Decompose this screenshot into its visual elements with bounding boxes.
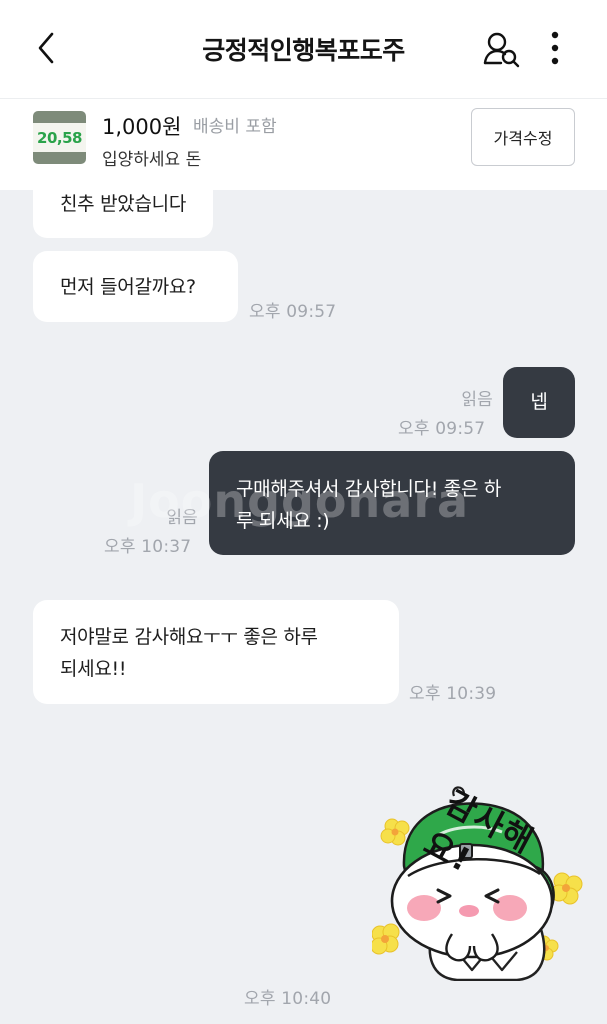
message-text: 친추 받았습니다: [60, 193, 187, 215]
message-time: 오후 09:57: [398, 419, 486, 439]
message-text-line: 되세요!!: [60, 658, 127, 680]
thank-you-sticker[interactable]: 감사해요!: [370, 756, 597, 982]
message-bubble-incoming: 먼저 들어갈까요?: [33, 251, 238, 322]
more-vertical-icon: [551, 31, 559, 65]
read-receipt: 읽음: [166, 508, 198, 528]
message-bubble-outgoing: 넵: [503, 367, 575, 438]
message-text: 먼저 들어갈까요?: [60, 276, 196, 298]
user-search-icon: [483, 32, 520, 68]
thumbnail-label-strip: 20,58: [33, 123, 86, 152]
edit-price-button[interactable]: 가격수정: [471, 108, 575, 166]
message-time: 오후 10:37: [104, 537, 192, 557]
message-time: 오후 10:40: [244, 989, 332, 1009]
product-thumbnail[interactable]: 20,58: [33, 111, 86, 164]
thumbnail-text: 20,58: [37, 128, 82, 147]
message-time: 오후 09:57: [249, 302, 337, 322]
more-options-button[interactable]: [544, 30, 566, 68]
message-text: 넵: [530, 391, 548, 413]
chat-header: 긍정적인행복포도주: [0, 0, 607, 98]
message-text-line: 저야말로 감사해요ㅜㅜ 좋은 하루: [60, 626, 318, 648]
product-price: 1,000원: [102, 115, 182, 139]
message-bubble-outgoing: 구매해주셔서 감사합니다! 좋은 하 루 되세요 :): [209, 451, 575, 555]
product-name: 입양하세요 돈: [102, 150, 202, 170]
message-time: 오후 10:39: [409, 684, 497, 704]
user-search-button[interactable]: [482, 30, 524, 70]
message-bubble-incoming: 친추 받았습니다: [33, 174, 214, 238]
shipping-included-label: 배송비 포함: [193, 117, 277, 137]
message-text-line: 루 되세요 :): [236, 510, 330, 532]
read-receipt: 읽음: [461, 390, 493, 410]
message-bubble-incoming: 저야말로 감사해요ㅜㅜ 좋은 하루 되세요!!: [33, 600, 399, 704]
message-text-line: 구매해주셔서 감사합니다! 좋은 하: [236, 478, 502, 500]
